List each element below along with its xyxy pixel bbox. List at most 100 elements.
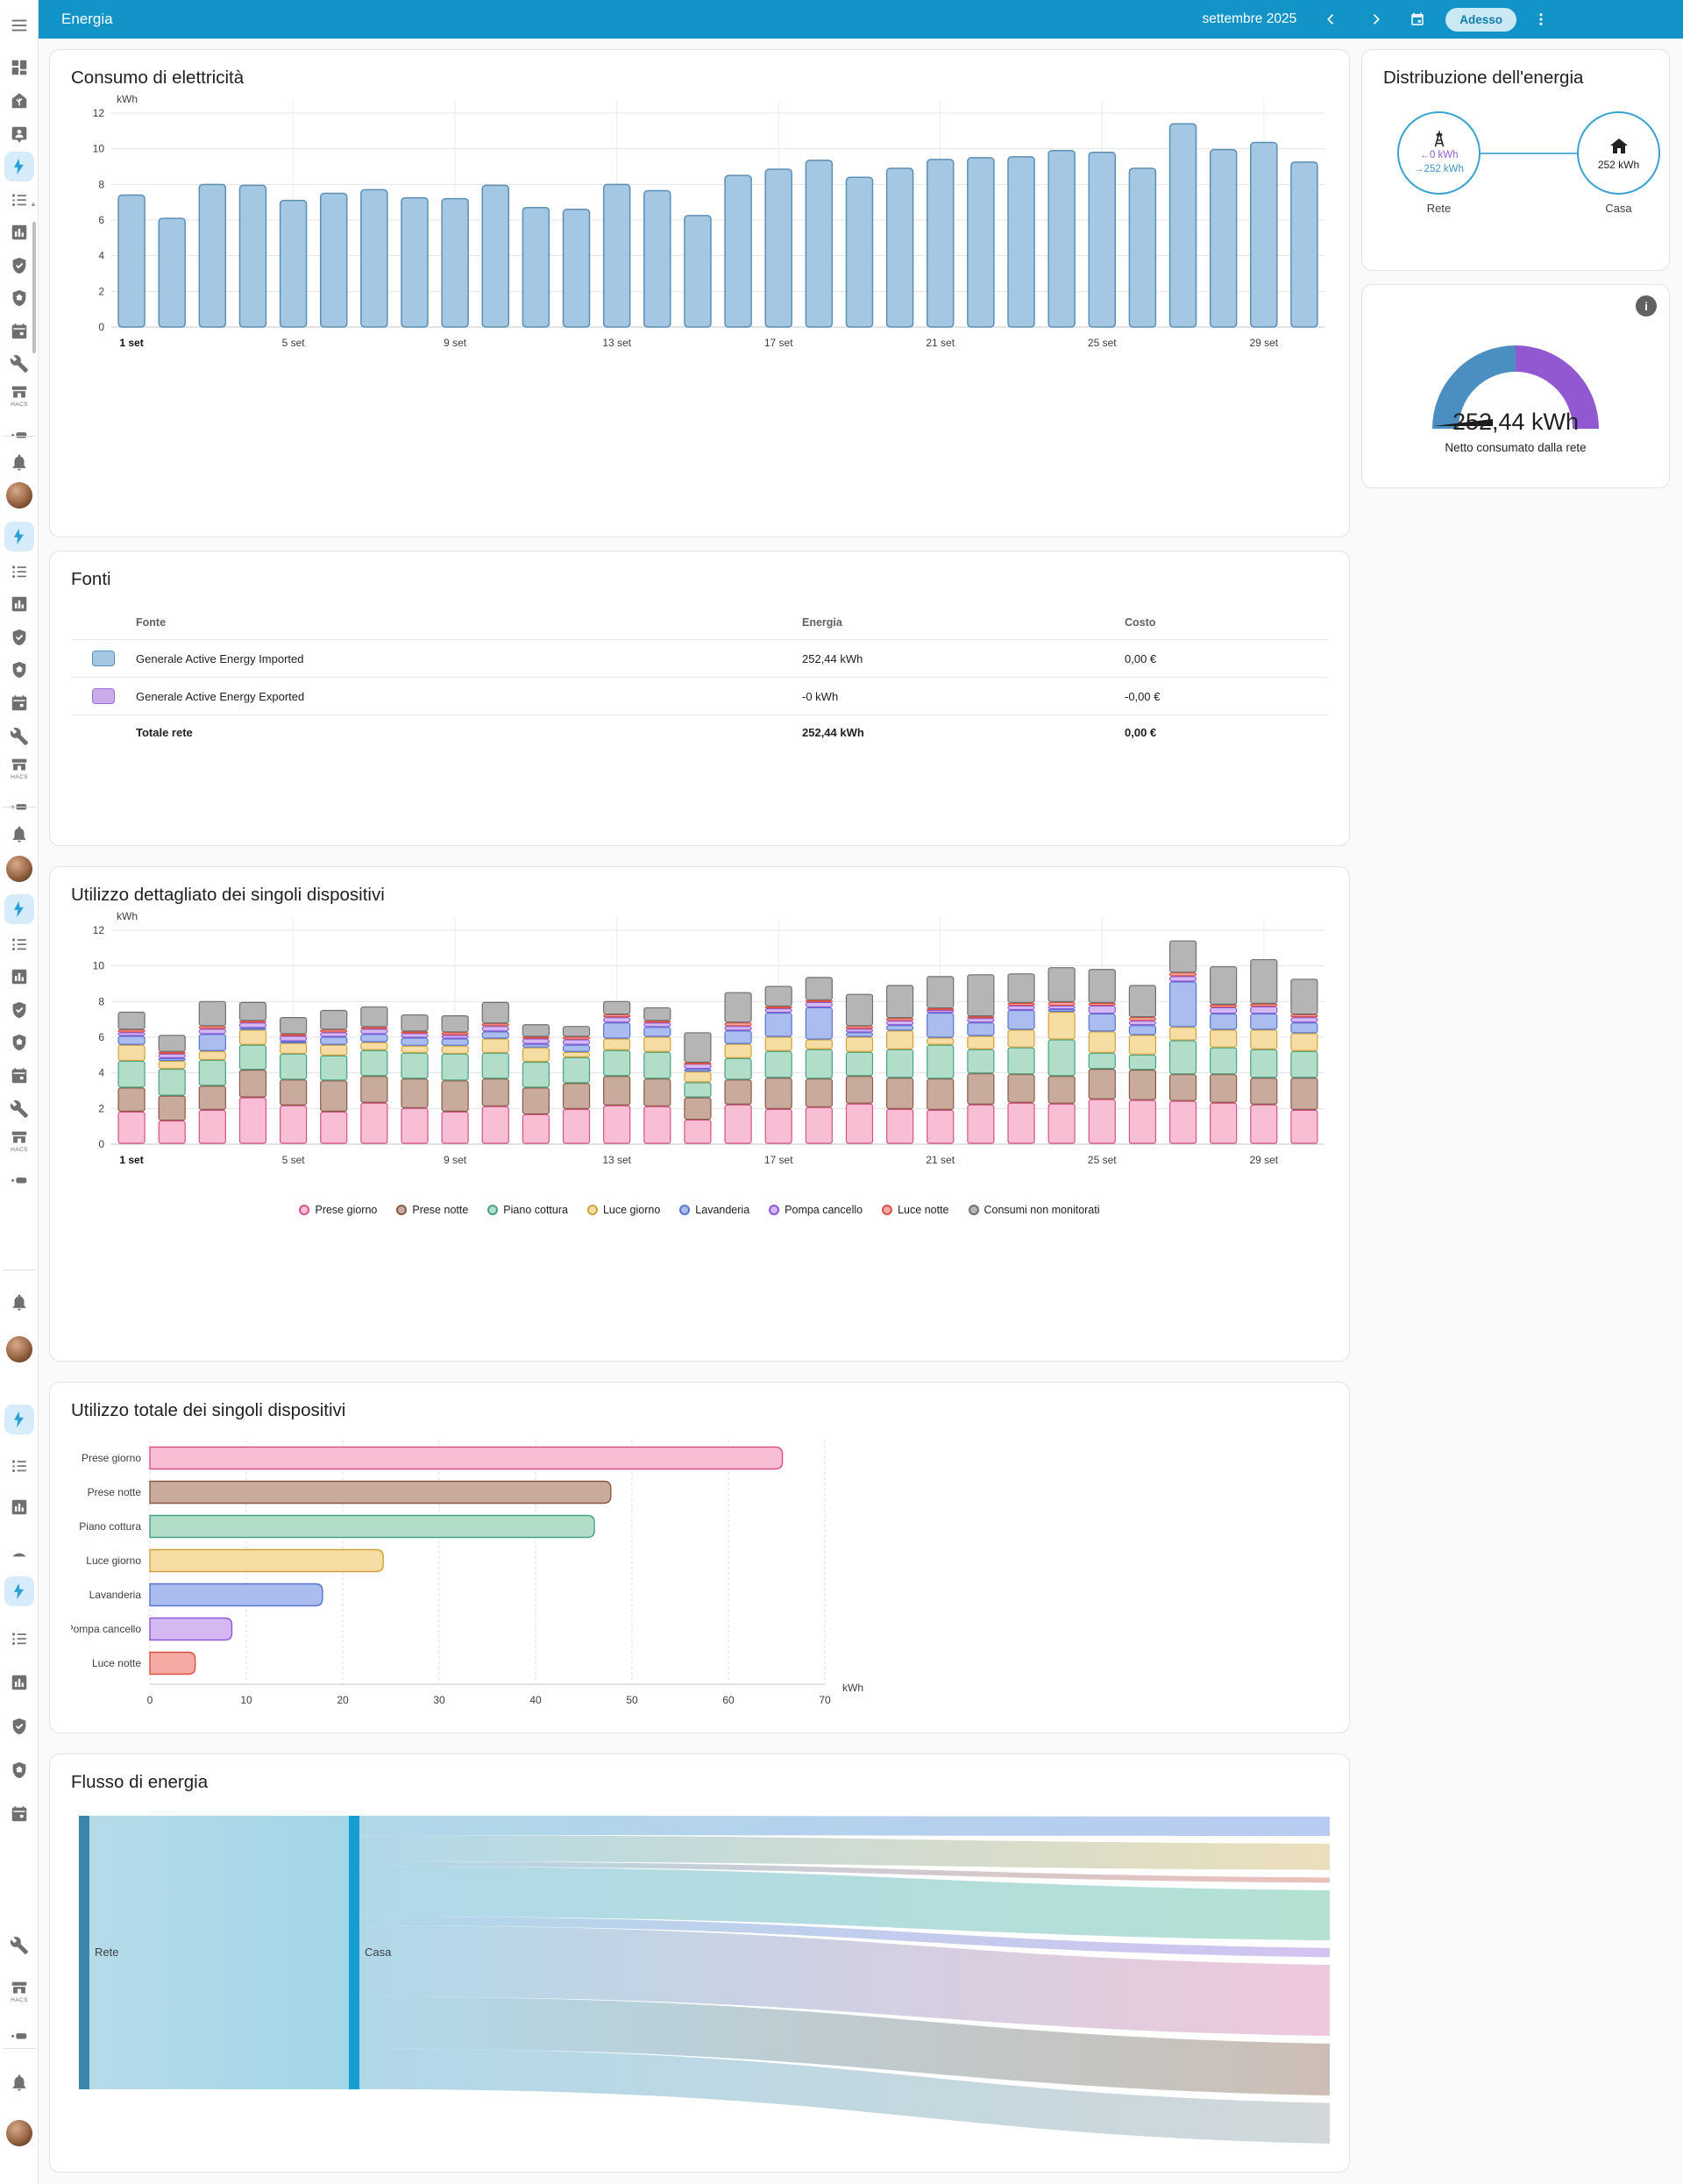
sidebar-item-dashboard[interactable] <box>0 51 39 84</box>
sidebar-item-history-chart[interactable] <box>0 960 39 993</box>
legend-item[interactable]: Prese notte <box>396 1204 468 1216</box>
card-title: Utilizzo totale dei singoli dispositivi <box>71 1400 1328 1421</box>
legend-item[interactable]: Luce giorno <box>587 1204 660 1216</box>
sidebar-item-calendar[interactable] <box>0 687 39 720</box>
history-chart-icon <box>10 967 29 986</box>
sidebar-item-hacs-store[interactable]: HACS <box>0 1974 39 2008</box>
sidebar-item-shield-check[interactable] <box>0 249 39 282</box>
sources-table: Fonte Energia Costo Generale Active Ener… <box>71 604 1328 750</box>
legend-dot <box>299 1205 309 1215</box>
sidebar-item-bell[interactable] <box>0 2066 39 2099</box>
hacs-store-icon <box>10 756 29 775</box>
sidebar-item-partial[interactable] <box>0 784 39 817</box>
sidebar-item-calendar[interactable] <box>0 315 39 348</box>
legend-item[interactable]: Prese giorno <box>299 1204 377 1216</box>
home-node[interactable]: 252 kWh <box>1577 111 1660 195</box>
sidebar-item-bell[interactable] <box>0 445 39 479</box>
sidebar-item-home-shield[interactable] <box>0 281 39 315</box>
calendar-picker-button[interactable] <box>1402 4 1433 35</box>
sidebar-item-partial[interactable] <box>0 2013 39 2046</box>
sidebar-item-shield-check[interactable] <box>0 1710 39 1743</box>
sidebar-item-person-badge[interactable] <box>0 117 39 151</box>
total-cost: 0,00 € <box>1125 715 1328 751</box>
overflow-menu-button[interactable] <box>1525 4 1557 35</box>
flow-node-casa[interactable] <box>349 1816 359 2089</box>
sidebar-item-arc[interactable] <box>0 1534 39 1568</box>
sidebar-item-home-shield[interactable] <box>0 653 39 687</box>
next-period-button[interactable] <box>1360 4 1391 35</box>
user-avatar[interactable] <box>0 1333 39 1366</box>
sidebar-item-hacs-store[interactable]: HACS <box>0 751 39 785</box>
info-icon[interactable]: i <box>1636 295 1657 317</box>
dashboard-icon <box>10 58 29 77</box>
previous-period-button[interactable] <box>1316 4 1347 35</box>
sidebar-item-partial[interactable] <box>0 1157 39 1191</box>
sidebar-item-lightning-bolt[interactable] <box>0 1403 39 1436</box>
sidebar-item-shield-check[interactable] <box>0 993 39 1027</box>
card-title: Utilizzo dettagliato dei singoli disposi… <box>71 885 1328 906</box>
sidebar-item-wrench[interactable] <box>0 1092 39 1126</box>
legend-dot <box>882 1205 892 1215</box>
sidebar-item-calendar[interactable] <box>0 1797 39 1831</box>
table-header-row: Fonte Energia Costo <box>71 604 1328 640</box>
legend-item[interactable]: Luce notte <box>882 1204 948 1216</box>
sidebar-item-hacs-store[interactable]: HACS <box>0 1124 39 1157</box>
sidebar-item-todo-list[interactable] <box>0 928 39 961</box>
sidebar-item-wrench[interactable] <box>0 1929 39 1962</box>
legend-dot <box>487 1205 498 1215</box>
legend-item[interactable]: Consumi non monitorati <box>969 1204 1100 1216</box>
sidebar-item-calendar[interactable] <box>0 1059 39 1092</box>
sidebar-item-bell[interactable] <box>0 1285 39 1319</box>
sidebar-item-wrench[interactable] <box>0 347 39 381</box>
user-avatar[interactable] <box>0 2116 39 2150</box>
sidebar-item-history-chart[interactable] <box>0 216 39 249</box>
sidebar-item-wrench[interactable] <box>0 720 39 753</box>
sidebar-item-hacs-store[interactable]: HACS <box>0 379 39 412</box>
sidebar-item-history-chart[interactable] <box>0 587 39 621</box>
sidebar-item-todo-list[interactable] <box>0 555 39 588</box>
svg-text:2: 2 <box>98 1102 104 1114</box>
table-row[interactable]: Generale Active Energy Imported 252,44 k… <box>71 640 1328 678</box>
user-avatar[interactable] <box>0 479 39 512</box>
sidebar-item-history-chart[interactable] <box>0 1666 39 1699</box>
grid-node[interactable]: ←0 kWh →252 kWh <box>1397 111 1481 195</box>
sidebar-item-lightning-bolt[interactable] <box>0 150 39 183</box>
svg-text:Luce giorno: Luce giorno <box>86 1554 141 1567</box>
legend-item[interactable]: Lavanderia <box>679 1204 749 1216</box>
sidebar-item-history-chart[interactable] <box>0 1490 39 1524</box>
sidebar-item-lightning-bolt[interactable] <box>0 520 39 553</box>
sidebar-item-lightning-bolt[interactable] <box>0 1575 39 1608</box>
sidebar-item-menu[interactable] <box>0 9 39 42</box>
hacs-label: HACS <box>11 402 28 408</box>
sidebar-item-shield-check[interactable] <box>0 621 39 654</box>
sidebar-item-energy-leaf[interactable] <box>0 84 39 117</box>
chart-legend: Prese giorno Prese notte Piano cottura Luce… <box>71 1204 1328 1216</box>
shield-check-icon <box>10 256 29 275</box>
sidebar-item-todo-list[interactable] <box>0 183 39 217</box>
svg-text:Netto consumato dalla rete: Netto consumato dalla rete <box>1445 441 1586 454</box>
sidebar-item-home-shield[interactable] <box>0 1026 39 1059</box>
device-detail-usage-card: Utilizzo dettagliato dei singoli disposi… <box>49 866 1350 1362</box>
sidebar-item-home-shield[interactable] <box>0 1754 39 1787</box>
sidebar-item-todo-list[interactable] <box>0 1622 39 1655</box>
column-fonte: Fonte <box>136 616 166 629</box>
source-cost: -0,00 € <box>1125 678 1328 715</box>
sidebar-item-bell[interactable] <box>0 817 39 850</box>
table-row[interactable]: Generale Active Energy Exported -0 kWh -… <box>71 678 1328 715</box>
home-shield-icon <box>10 288 29 308</box>
user-avatar[interactable] <box>0 852 39 886</box>
legend-item[interactable]: Piano cottura <box>487 1204 568 1216</box>
legend-label: Prese giorno <box>315 1204 377 1216</box>
header-toolbar: Energia settembre 2025 Adesso <box>39 0 1683 39</box>
sidebar-item-lightning-bolt[interactable] <box>0 893 39 926</box>
svg-text:25 set: 25 set <box>1088 337 1117 349</box>
home-shield-icon <box>10 1761 29 1780</box>
legend-item[interactable]: Pompa cancello <box>769 1204 863 1216</box>
sidebar-item-partial[interactable] <box>0 412 39 445</box>
legend-dot <box>587 1205 598 1215</box>
sidebar-item-todo-list[interactable] <box>0 1449 39 1483</box>
flow-node-rete[interactable] <box>79 1816 89 2089</box>
history-chart-icon <box>10 1497 29 1517</box>
now-button[interactable]: Adesso <box>1445 8 1516 32</box>
avatar <box>6 1336 32 1362</box>
